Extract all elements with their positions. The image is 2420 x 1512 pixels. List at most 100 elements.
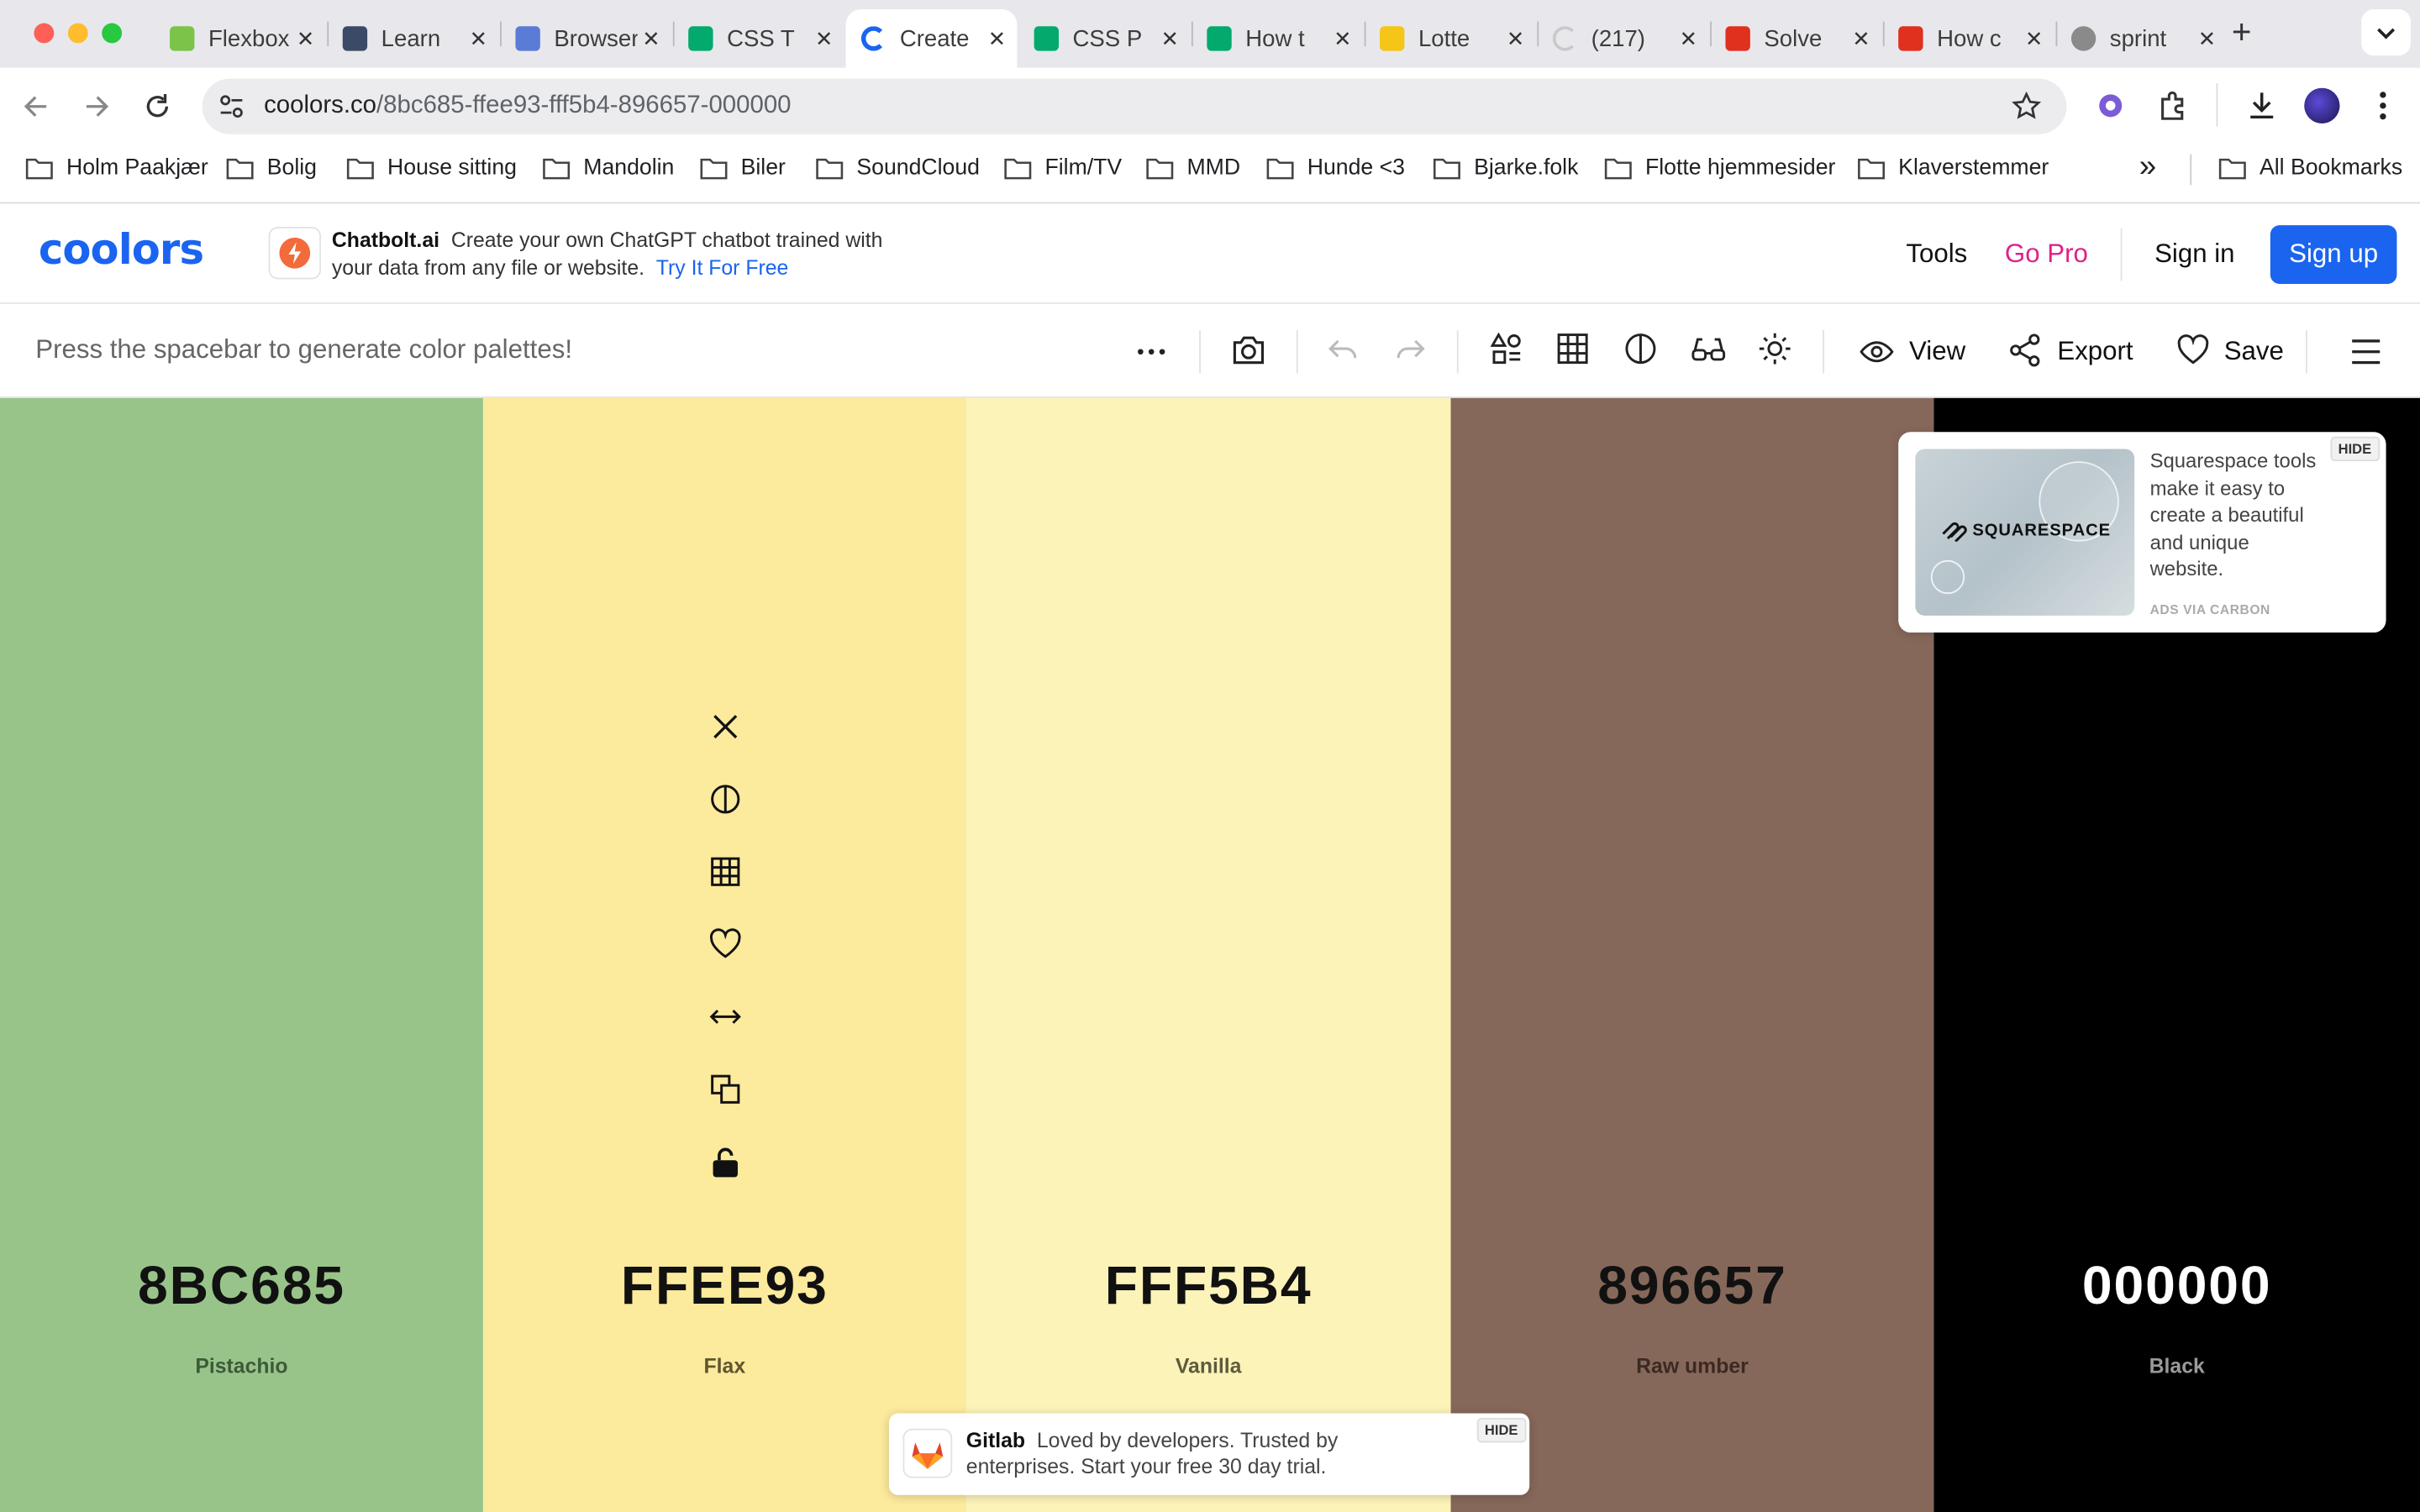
bookmark-folder[interactable]: House sitting: [345, 156, 517, 181]
tab-7[interactable]: Lotte ✕: [1365, 9, 1536, 68]
bookmark-folder[interactable]: Biler: [699, 156, 786, 181]
bookmark-folder[interactable]: Bjarke.folk: [1432, 156, 1578, 181]
tab-4[interactable]: Create ✕: [845, 9, 1018, 68]
close-tab-icon[interactable]: ✕: [1156, 25, 1184, 51]
contrast-icon[interactable]: [708, 782, 742, 816]
more-bookmarks-button[interactable]: »: [2139, 150, 2156, 185]
shapes-icon[interactable]: [1489, 332, 1523, 365]
brightness-icon[interactable]: [1758, 332, 1791, 365]
close-tab-icon[interactable]: ✕: [1328, 25, 1356, 51]
site-settings-icon[interactable]: [218, 92, 245, 120]
save-button[interactable]: Save: [2224, 336, 2284, 367]
undo-icon[interactable]: [1326, 332, 1360, 365]
close-tab-icon[interactable]: ✕: [810, 25, 838, 51]
star-icon[interactable]: [2011, 91, 2042, 122]
go-pro-link[interactable]: Go Pro: [2005, 239, 2088, 270]
color-name[interactable]: Raw umber: [1451, 1355, 1934, 1378]
close-icon[interactable]: [708, 710, 742, 743]
tab-search-button[interactable]: [2361, 9, 2411, 56]
forward-arrow-icon[interactable]: [81, 91, 112, 122]
chatbolt-ad-cta[interactable]: Try It For Free: [656, 256, 789, 280]
sign-in-link[interactable]: Sign in: [2154, 239, 2234, 270]
close-tab-icon[interactable]: ✕: [2193, 25, 2221, 51]
grid-icon[interactable]: [1555, 332, 1589, 365]
bookmark-folder[interactable]: SoundCloud: [815, 156, 980, 181]
bookmark-folder[interactable]: Holm Paakjær: [24, 156, 208, 181]
color-column-8bc685[interactable]: 8BC685 Pistachio: [0, 397, 483, 1512]
maximize-window-button[interactable]: [102, 23, 123, 44]
hide-squarespace-ad-button[interactable]: HIDE: [2330, 436, 2380, 462]
back-arrow-icon[interactable]: [22, 91, 53, 122]
address-bar[interactable]: coolors.co/8bc685-ffee93-fff5b4-896657-0…: [202, 78, 2067, 134]
tab-0[interactable]: Flexbox ✕: [155, 9, 326, 68]
color-name[interactable]: Black: [1933, 1355, 2420, 1378]
tab-8[interactable]: (217) ✕: [1537, 9, 1708, 68]
bookmark-folder[interactable]: Klaverstemmer: [1857, 156, 2049, 181]
glasses-icon[interactable]: [1690, 332, 1727, 365]
share-icon[interactable]: [2008, 333, 2042, 367]
coolors-logo[interactable]: coolors: [39, 227, 204, 275]
close-tab-icon[interactable]: ✕: [2020, 25, 2048, 51]
squarespace-ad-text[interactable]: Squarespace tools make it easy to create…: [2150, 448, 2320, 584]
chatbolt-ad-text[interactable]: Chatbolt.ai Create your own ChatGPT chat…: [332, 227, 918, 282]
color-column-896657[interactable]: 896657 Raw umber: [1450, 397, 1934, 1512]
copy-icon[interactable]: [708, 1073, 742, 1106]
close-tab-icon[interactable]: ✕: [292, 25, 319, 51]
sign-up-button[interactable]: Sign up: [2270, 225, 2397, 284]
gitlab-ad-text[interactable]: Gitlab Loved by developers. Trusted by e…: [966, 1427, 1414, 1479]
bookmark-folder[interactable]: Mandolin: [542, 156, 674, 181]
extensions-puzzle-icon[interactable]: [2156, 90, 2189, 123]
lock-icon[interactable]: [708, 1147, 742, 1180]
bookmark-folder[interactable]: Film/TV: [1003, 156, 1122, 181]
eye-icon[interactable]: [1860, 335, 1894, 369]
profile-avatar[interactable]: [2304, 87, 2340, 123]
tab-11[interactable]: sprint ✕: [2056, 9, 2228, 68]
new-tab-button[interactable]: +: [2232, 14, 2252, 48]
redo-icon[interactable]: [1394, 332, 1428, 365]
heart-icon[interactable]: [2176, 333, 2210, 367]
squarespace-ad[interactable]: SQUARESPACE Squarespace tools make it ea…: [1898, 432, 2386, 633]
view-button[interactable]: View: [1909, 336, 1965, 367]
all-bookmarks-button[interactable]: All Bookmarks: [2217, 156, 2402, 181]
close-tab-icon[interactable]: ✕: [465, 25, 492, 51]
close-tab-icon[interactable]: ✕: [638, 25, 666, 51]
color-name[interactable]: Flax: [483, 1355, 966, 1378]
camera-icon[interactable]: [1230, 332, 1267, 369]
contrast-icon[interactable]: [1623, 332, 1657, 365]
tab-3[interactable]: CSS T ✕: [673, 9, 844, 68]
export-button[interactable]: Export: [2057, 336, 2133, 367]
tab-2[interactable]: Browser ✕: [500, 9, 671, 68]
color-hex-code[interactable]: FFF5B4: [966, 1256, 1451, 1317]
download-icon[interactable]: [2245, 90, 2278, 123]
close-window-button[interactable]: [34, 23, 55, 44]
color-hex-code[interactable]: 000000: [1933, 1256, 2420, 1317]
bookmark-folder[interactable]: Flotte hjemmesider: [1603, 156, 1835, 181]
bookmark-folder[interactable]: MMD: [1145, 156, 1240, 181]
color-hex-code[interactable]: FFEE93: [483, 1256, 966, 1317]
color-hex-code[interactable]: 896657: [1451, 1256, 1934, 1317]
tab-1[interactable]: Learn ✕: [327, 9, 498, 68]
tab-10[interactable]: How c ✕: [1883, 9, 2054, 68]
chatbolt-ad-logo[interactable]: [268, 226, 322, 280]
close-tab-icon[interactable]: ✕: [1675, 25, 1702, 51]
ads-via-carbon[interactable]: ADS VIA CARBON: [2150, 601, 2270, 617]
bookmark-folder[interactable]: Hunde <3: [1265, 156, 1405, 181]
gitlab-ad[interactable]: Gitlab Loved by developers. Trusted by e…: [888, 1413, 1530, 1495]
tab-5[interactable]: CSS P ✕: [1018, 9, 1190, 68]
heart-icon[interactable]: [708, 927, 742, 961]
hamburger-menu-icon[interactable]: [2349, 335, 2383, 369]
close-tab-icon[interactable]: ✕: [983, 25, 1011, 51]
hide-gitlab-ad-button[interactable]: HIDE: [1476, 1417, 1526, 1443]
color-name[interactable]: Vanilla: [966, 1355, 1451, 1378]
color-column-fff5b4[interactable]: FFF5B4 Vanilla: [965, 397, 1451, 1512]
bookmark-folder[interactable]: Bolig: [225, 156, 317, 181]
color-hex-code[interactable]: 8BC685: [0, 1256, 483, 1317]
extension-gear-icon[interactable]: [2094, 90, 2127, 123]
more-options-icon[interactable]: [1134, 335, 1168, 369]
minimize-window-button[interactable]: [67, 23, 88, 44]
tab-9[interactable]: Solve ✕: [1710, 9, 1881, 68]
browser-menu-icon[interactable]: [2372, 90, 2394, 123]
close-tab-icon[interactable]: ✕: [1848, 25, 1876, 51]
shades-grid-icon[interactable]: [708, 855, 742, 889]
url-text[interactable]: coolors.co/8bc685-ffee93-fff5b4-896657-0…: [264, 92, 791, 120]
